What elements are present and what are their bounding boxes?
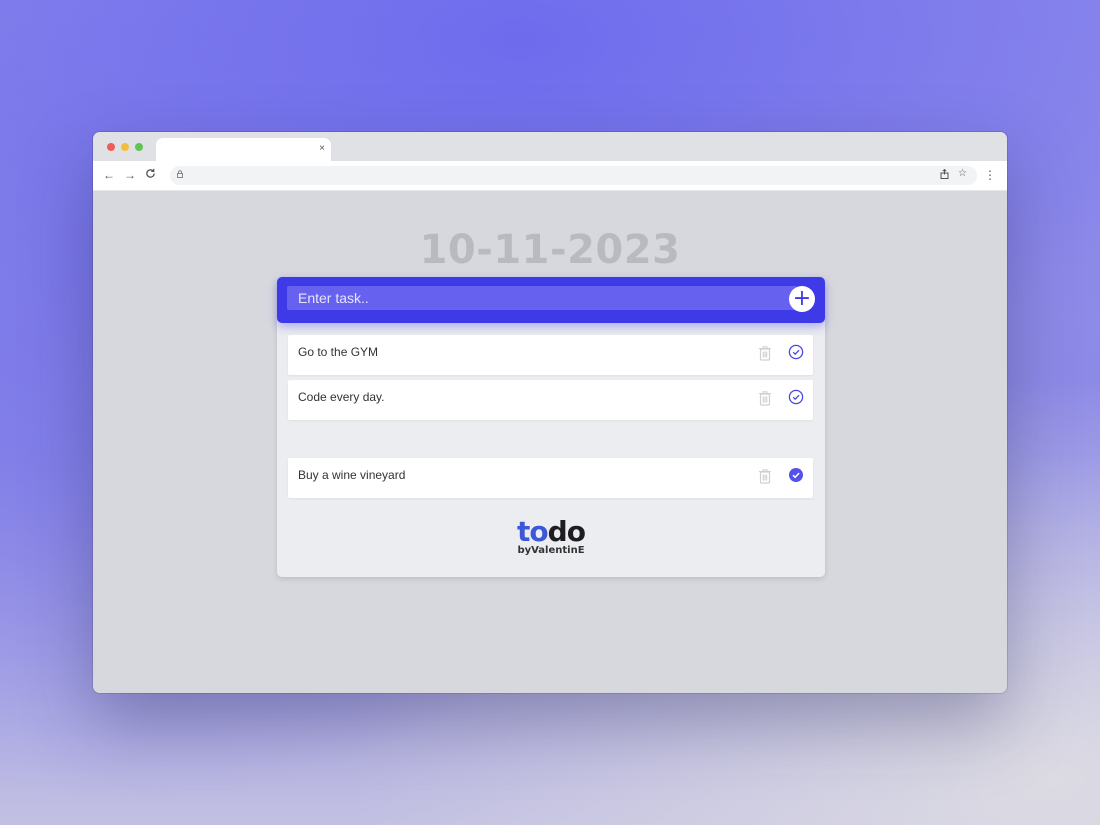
todo-card: + Go to the GYM Code every day. <box>277 277 825 577</box>
back-arrow-icon[interactable]: ← <box>103 168 115 182</box>
logo-byline: byValentinE <box>517 545 585 556</box>
trash-icon[interactable] <box>758 468 772 484</box>
logo-do: do <box>547 515 586 548</box>
complete-check-icon[interactable] <box>788 344 804 360</box>
browser-window: × ← → ☆ ⋮ 10-11-2023 Enter task.. + Go t… <box>93 132 1007 693</box>
browser-tab[interactable]: × <box>156 138 331 161</box>
lock-icon <box>177 170 183 180</box>
complete-check-icon[interactable] <box>788 389 804 405</box>
task-text: Buy a wine vineyard <box>298 468 406 482</box>
date-heading: 10-11-2023 <box>419 227 681 273</box>
logo-to: to <box>517 515 549 548</box>
address-bar[interactable]: ☆ <box>170 166 977 185</box>
todo-logo: todo <box>277 517 825 547</box>
reload-icon[interactable] <box>145 168 156 182</box>
tab-bar: × <box>93 132 1007 161</box>
task-item: Go to the GYM <box>288 335 813 375</box>
browser-menu-icon[interactable]: ⋮ <box>984 168 996 182</box>
task-text: Code every day. <box>298 390 385 404</box>
task-input[interactable] <box>287 286 797 310</box>
task-item: Code every day. <box>288 380 813 420</box>
task-item-completed: Buy a wine vineyard <box>288 458 813 498</box>
lock-svg <box>177 170 183 178</box>
completed-check-icon[interactable] <box>788 467 804 483</box>
trash-icon[interactable] <box>758 345 772 361</box>
task-input-bar: + <box>277 277 825 323</box>
minimize-window-button[interactable] <box>121 143 129 151</box>
reload-svg <box>146 168 155 178</box>
bookmark-star-icon[interactable]: ☆ <box>958 168 967 179</box>
maximize-window-button[interactable] <box>135 143 143 151</box>
add-task-button[interactable]: + <box>789 286 815 312</box>
close-window-button[interactable] <box>107 143 115 151</box>
trash-icon[interactable] <box>758 390 772 406</box>
browser-toolbar: ← → ☆ ⋮ <box>93 161 1007 191</box>
forward-arrow-icon[interactable]: → <box>124 168 136 182</box>
page-content: 10-11-2023 + Go to the GYM Code every da… <box>93 191 1007 693</box>
task-text: Go to the GYM <box>298 345 379 359</box>
share-icon[interactable] <box>940 168 949 181</box>
tab-close-icon[interactable]: × <box>319 143 325 155</box>
share-svg <box>940 168 949 179</box>
